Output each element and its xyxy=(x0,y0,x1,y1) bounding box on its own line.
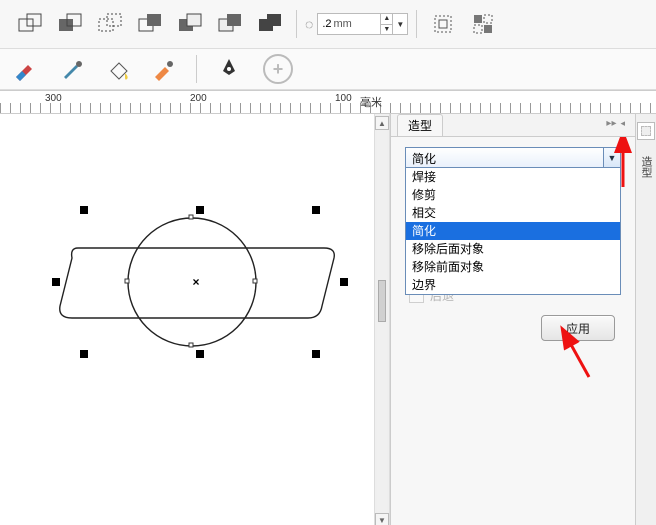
ruler-tick-200: 200 xyxy=(190,93,207,104)
option-boundary[interactable]: 边界 xyxy=(406,276,620,294)
eyedropper-icon[interactable] xyxy=(54,51,90,87)
selection-handle[interactable] xyxy=(312,350,320,358)
shaping-mode-value: 简化 xyxy=(412,150,436,167)
option-trim[interactable]: 修剪 xyxy=(406,186,620,204)
outline-width-dropdown[interactable]: ▼ xyxy=(393,13,408,35)
docker-flyout-icon[interactable]: ▸▸ ◂ xyxy=(606,118,625,129)
ruler-tick-100: 100 xyxy=(335,93,352,104)
outline-width-stepper[interactable]: ▲▼ xyxy=(380,14,392,34)
dropper-fill-icon[interactable] xyxy=(8,51,44,87)
trim-icon[interactable] xyxy=(52,6,88,42)
outline-width-value: .2 xyxy=(322,18,331,30)
outline-pen-icon: ◌ xyxy=(305,16,313,32)
chevron-down-icon[interactable]: ▼ xyxy=(603,148,620,168)
outline-width-unit: mm xyxy=(332,18,352,30)
option-simplify[interactable]: 简化 xyxy=(406,222,620,240)
shaping-mode-dropdown[interactable]: 焊接 修剪 相交 简化 移除后面对象 移除前面对象 边界 xyxy=(405,167,621,295)
selection-handle[interactable] xyxy=(196,206,204,214)
selection-handle[interactable] xyxy=(80,206,88,214)
add-tool-button[interactable]: + xyxy=(263,54,293,84)
group-toggle-icon[interactable] xyxy=(465,6,501,42)
selection-center-icon: × xyxy=(192,275,199,289)
scroll-up-icon[interactable]: ▲ xyxy=(375,116,389,130)
weld-icon[interactable] xyxy=(12,6,48,42)
scroll-thumb[interactable] xyxy=(378,280,386,322)
apply-button-label: 应用 xyxy=(566,320,590,337)
toolbar-tools: + xyxy=(0,49,656,90)
ruler-unit: 毫米 xyxy=(360,94,382,110)
paint-bucket-icon[interactable] xyxy=(100,51,136,87)
option-remove-back[interactable]: 移除后面对象 xyxy=(406,240,620,258)
tab-shaping[interactable]: 造型 xyxy=(397,114,443,136)
docker-tabs: 造型 ▸▸ ◂ xyxy=(391,114,635,137)
docker-side-tabs: 造型 xyxy=(635,114,656,525)
color-swap-icon[interactable] xyxy=(146,51,182,87)
shaping-docker: 造型 ▸▸ ◂ 简化 ▼ 焊接 修剪 相交 简化 移除后面对象 移除前面对象 边… xyxy=(390,114,656,525)
separator xyxy=(196,55,197,83)
canvas[interactable]: × xyxy=(0,114,374,525)
ruler-tick-300: 300 xyxy=(45,93,62,104)
boundary-icon[interactable] xyxy=(252,6,288,42)
separator xyxy=(296,10,297,38)
pen-tool-icon[interactable] xyxy=(211,51,247,87)
selection-handle[interactable] xyxy=(340,278,348,286)
vertical-scrollbar[interactable]: ▲ ▼ xyxy=(374,114,390,525)
side-tab-shaping[interactable]: 造型 xyxy=(636,150,656,184)
option-weld[interactable]: 焊接 xyxy=(406,168,620,186)
simplify-icon[interactable] xyxy=(132,6,168,42)
option-remove-front[interactable]: 移除前面对象 xyxy=(406,258,620,276)
back-minus-front-icon[interactable] xyxy=(212,6,248,42)
snap-toggle-icon[interactable] xyxy=(425,6,461,42)
side-tab-icon[interactable] xyxy=(637,122,655,140)
shaping-mode-combo[interactable]: 简化 ▼ xyxy=(405,147,621,169)
option-intersect[interactable]: 相交 xyxy=(406,204,620,222)
toolbar-shape-ops: ◌ .2 mm ▲▼ ▼ xyxy=(0,0,656,49)
separator xyxy=(416,10,417,38)
selection-handle[interactable] xyxy=(80,350,88,358)
outline-width-field[interactable]: .2 mm ▲▼ xyxy=(317,13,393,35)
apply-button[interactable]: 应用 xyxy=(541,315,615,341)
intersect-icon[interactable] xyxy=(92,6,128,42)
scroll-track[interactable] xyxy=(377,130,387,513)
selection-handle[interactable] xyxy=(196,350,204,358)
selection-handle[interactable] xyxy=(52,278,60,286)
selection-handle[interactable] xyxy=(312,206,320,214)
scroll-down-icon[interactable]: ▼ xyxy=(375,513,389,525)
horizontal-ruler: 300 200 100 毫米 xyxy=(0,90,656,114)
front-minus-back-icon[interactable] xyxy=(172,6,208,42)
